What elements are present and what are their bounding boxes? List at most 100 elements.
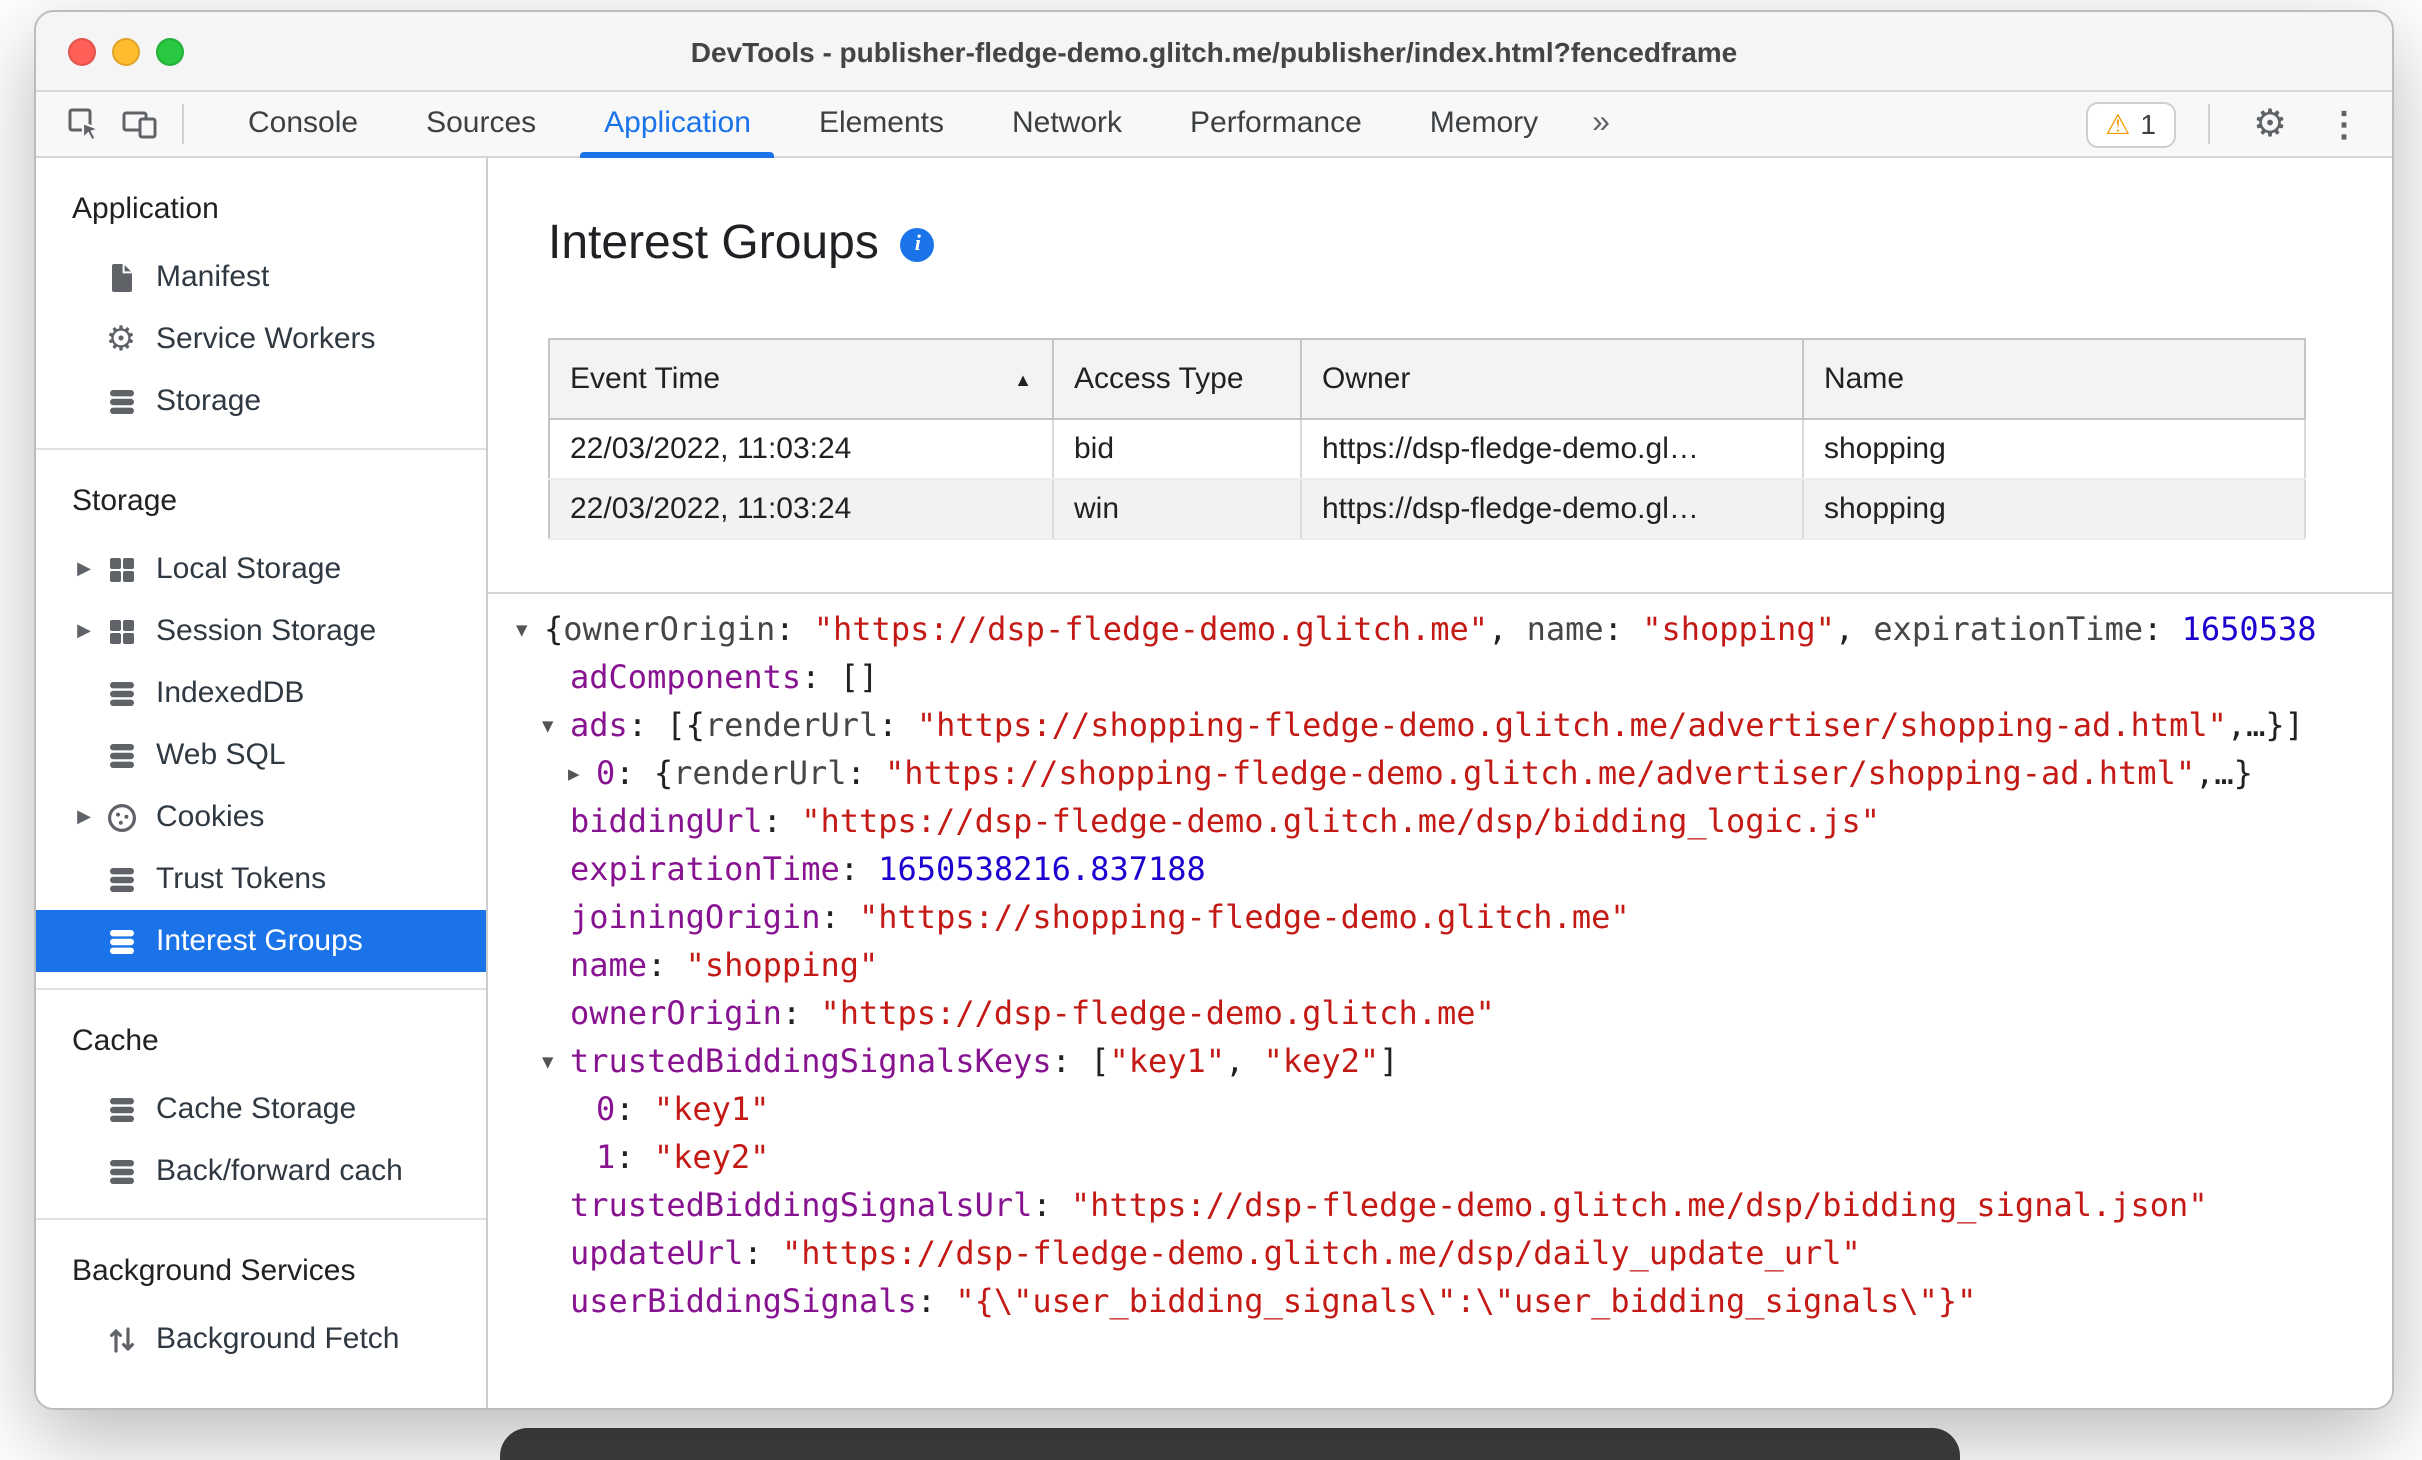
device-toolbar-icon[interactable] — [112, 96, 168, 152]
tree-token: trustedBiddingSignalsKeys — [570, 1042, 1052, 1080]
expand-arrow-icon[interactable]: ▶ — [64, 558, 104, 580]
tree-line: 1: "key2" — [516, 1134, 2392, 1182]
info-icon[interactable]: i — [900, 227, 935, 261]
sidebar-item-cookies[interactable]: ▶ Cookies — [36, 786, 486, 848]
tab-console[interactable]: Console — [214, 91, 392, 157]
database-icon — [104, 677, 138, 709]
section-header-background-services: Background Services — [72, 1254, 356, 1288]
section-header-storage: Storage — [72, 484, 178, 518]
column-header-event-time[interactable]: Event Time ▲ — [549, 339, 1054, 420]
warning-icon: ⚠ — [2105, 108, 2131, 140]
sidebar-item-label: Service Workers — [156, 322, 376, 356]
page-title-row: Interest Groups i — [548, 214, 2392, 274]
sidebar-section-cache: Cache Cache Storage Back/forward cach — [36, 990, 486, 1218]
up-down-arrows-icon — [104, 1323, 138, 1355]
settings-gear-icon[interactable]: ⚙ — [2242, 96, 2298, 152]
document-icon — [104, 261, 138, 293]
application-sidebar: Application Manifest ⚙ Service Workers S… — [36, 158, 488, 1408]
tab-network[interactable]: Network — [978, 91, 1156, 157]
toolbar-separator — [2208, 104, 2210, 144]
interest-groups-table: Event Time ▲ Access Type Owner Name 22/0… — [548, 338, 2306, 540]
tree-token: "key2" — [653, 1138, 770, 1176]
tree-token: "https://dsp-fledge-demo.glitch.me/dsp/b… — [801, 802, 1881, 840]
tab-application[interactable]: Application — [570, 91, 785, 157]
sidebar-item-background-fetch[interactable]: Background Fetch — [36, 1308, 486, 1370]
sidebar-item-service-workers[interactable]: ⚙ Service Workers — [36, 308, 486, 370]
sidebar-item-manifest[interactable]: Manifest — [36, 246, 486, 308]
column-header-owner[interactable]: Owner — [1301, 339, 1804, 420]
sidebar-item-indexeddb[interactable]: IndexedDB — [36, 662, 486, 724]
tree-expander-open-icon[interactable]: ▼ — [542, 704, 570, 750]
sidebar-item-local-storage[interactable]: ▶ Local Storage — [36, 538, 486, 600]
cell-event-time: 22/03/2022, 11:03:24 — [549, 419, 1054, 480]
sidebar-item-session-storage[interactable]: ▶ Session Storage — [36, 600, 486, 662]
tree-expander-open-icon[interactable]: ▼ — [516, 608, 544, 654]
table-icon — [104, 615, 138, 647]
sidebar-item-back-forward-cache[interactable]: Back/forward cach — [36, 1140, 486, 1202]
close-button[interactable] — [68, 38, 96, 66]
cell-event-time: 22/03/2022, 11:03:24 — [549, 479, 1054, 540]
column-header-access-type[interactable]: Access Type — [1053, 339, 1302, 420]
tree-token: "https://dsp-fledge-demo.glitch.me" — [820, 994, 1495, 1032]
tree-token: "https://dsp-fledge-demo.glitch.me/dsp/d… — [781, 1234, 1861, 1272]
tree-line: ▶ 0: {renderUrl: "https://shopping-fledge… — [516, 750, 2392, 798]
table-row[interactable]: 22/03/2022, 11:03:24 win https://dsp-fle… — [549, 479, 2306, 540]
expand-arrow-icon[interactable]: ▶ — [64, 806, 104, 828]
tab-sources[interactable]: Sources — [392, 91, 570, 157]
tree-token: , — [1488, 610, 1527, 648]
tree-token: expirationTime — [570, 850, 840, 888]
tree-line: updateUrl: "https://dsp-fledge-demo.glit… — [516, 1230, 2392, 1278]
database-icon — [104, 385, 138, 417]
devtools-window: DevTools - publisher-fledge-demo.glitch.… — [34, 10, 2394, 1410]
inspect-element-icon[interactable] — [56, 96, 112, 152]
tree-token: [] — [839, 658, 879, 696]
tree-token: adComponents — [570, 658, 802, 696]
dock — [500, 1428, 1960, 1460]
tree-expander-open-icon[interactable]: ▼ — [542, 1040, 570, 1086]
tree-line: adComponents: [] — [516, 654, 2392, 702]
customize-menu-icon[interactable]: ⋮ — [2316, 96, 2372, 152]
tab-memory[interactable]: Memory — [1396, 91, 1572, 157]
sidebar-item-trust-tokens[interactable]: Trust Tokens — [36, 848, 486, 910]
cell-name: shopping — [1803, 479, 2306, 540]
sidebar-item-cache-storage[interactable]: Cache Storage — [36, 1078, 486, 1140]
tab-performance[interactable]: Performance — [1156, 91, 1396, 157]
tree-line: biddingUrl: "https://dsp-fledge-demo.gli… — [516, 798, 2392, 846]
toolbar-separator — [182, 104, 184, 144]
tree-token: "https://dsp-fledge-demo.glitch.me/dsp/b… — [1070, 1186, 2208, 1224]
table-icon — [104, 553, 138, 585]
tab-elements[interactable]: Elements — [785, 91, 978, 157]
sidebar-item-interest-groups[interactable]: Interest Groups — [36, 910, 486, 972]
window-titlebar: DevTools - publisher-fledge-demo.glitch.… — [36, 12, 2392, 92]
tree-token: : — [916, 1282, 956, 1320]
tree-token: : — [846, 754, 886, 792]
tree-expander-closed-icon[interactable]: ▶ — [568, 752, 596, 798]
sidebar-item-label: Web SQL — [156, 738, 286, 772]
json-tree: ▼ {ownerOrigin: "https://dsp-fledge-demo.… — [488, 606, 2392, 1326]
tree-token: : — [615, 1138, 654, 1176]
tree-line: ownerOrigin: "https://dsp-fledge-demo.gl… — [516, 990, 2392, 1038]
cell-access-type: win — [1053, 479, 1302, 540]
minimize-button[interactable] — [112, 38, 140, 66]
tree-token: : — [820, 898, 859, 936]
expand-arrow-icon[interactable]: ▶ — [64, 620, 104, 642]
sidebar-item-storage[interactable]: Storage — [36, 370, 486, 432]
warning-count: 1 — [2140, 108, 2156, 140]
cell-owner: https://dsp-fledge-demo.gl… — [1301, 419, 1804, 480]
tree-token: ] — [1379, 1042, 1399, 1080]
warning-badge[interactable]: ⚠ 1 — [2085, 101, 2176, 147]
zoom-button[interactable] — [156, 38, 184, 66]
tree-token: : — [2143, 610, 2182, 648]
tree-token: 0 — [596, 754, 616, 792]
column-header-name[interactable]: Name — [1803, 339, 2306, 420]
tree-token: "https://shopping-fledge-demo.glitch.me" — [859, 898, 1630, 936]
more-tabs-icon[interactable]: » — [1572, 91, 1630, 157]
tree-token: "https://dsp-fledge-demo.glitch.me" — [813, 610, 1489, 648]
sidebar-item-web-sql[interactable]: Web SQL — [36, 724, 486, 786]
sidebar-section-application: Application Manifest ⚙ Service Workers S… — [36, 158, 486, 448]
tree-line: 0: "key1" — [516, 1086, 2392, 1134]
sidebar-item-label: Cookies — [156, 800, 265, 834]
tree-token: ads — [570, 706, 628, 744]
tree-token: : — [839, 850, 879, 888]
table-row[interactable]: 22/03/2022, 11:03:24 bid https://dsp-fle… — [549, 419, 2306, 480]
